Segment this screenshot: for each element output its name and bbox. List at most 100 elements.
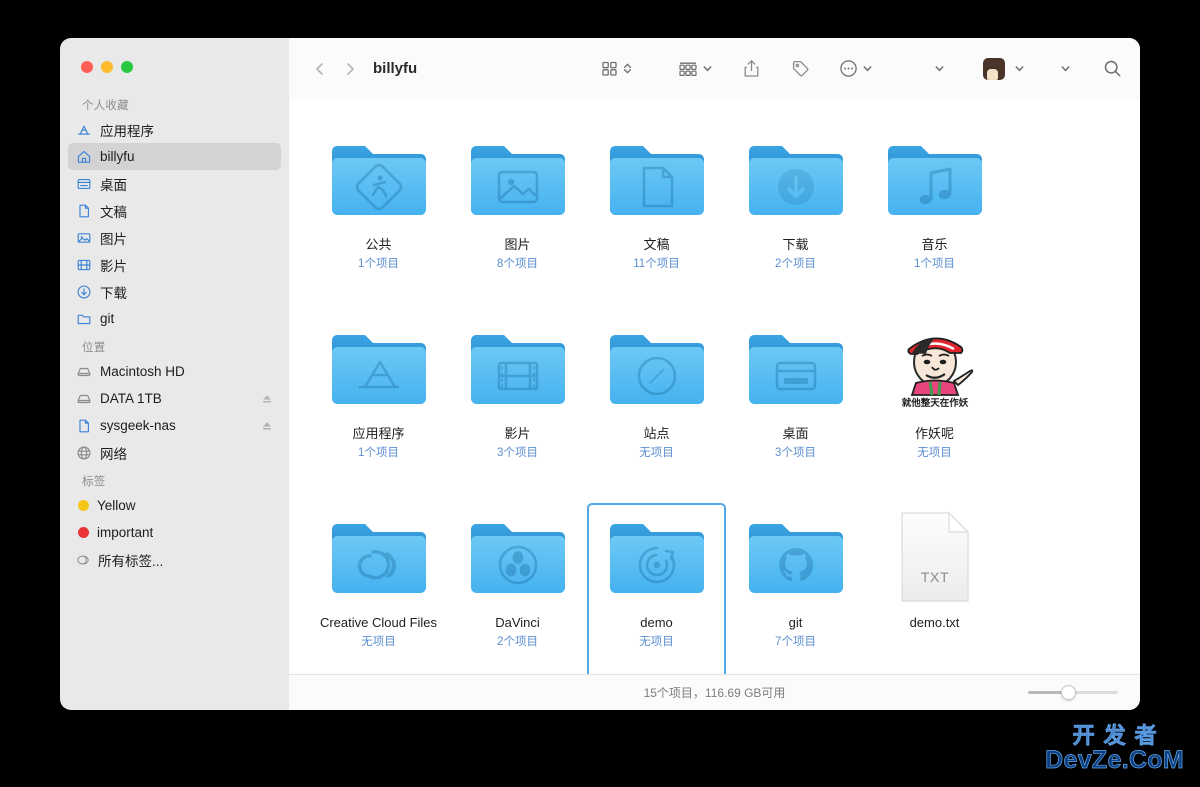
- globe-icon: [75, 444, 92, 461]
- folder-movies-icon: [466, 322, 570, 414]
- folder-music-icon: [883, 133, 987, 225]
- close-button[interactable]: [81, 61, 93, 73]
- toolbar: billyfu: [289, 38, 1140, 99]
- sidebar-item-label: 文稿: [100, 204, 127, 220]
- status-text: 15个项目，116.69 GB可用: [643, 686, 786, 700]
- folder-documents-icon: [605, 133, 709, 225]
- minimize-button[interactable]: [101, 61, 113, 73]
- chevron-down-icon[interactable]: [1013, 62, 1026, 75]
- sidebar-item-label: billyfu: [100, 149, 135, 164]
- file-item[interactable]: 公共 1个项目: [309, 125, 448, 314]
- back-button[interactable]: [305, 54, 335, 84]
- sidebar-item-billyfu[interactable]: billyfu: [68, 143, 281, 170]
- folder-creativecloud-icon: [327, 511, 431, 603]
- file-name: demo: [640, 615, 673, 630]
- appstore-icon: [75, 121, 92, 138]
- file-name: git: [788, 615, 803, 630]
- sidebar-item--[interactable]: 桌面: [68, 170, 281, 197]
- sidebar-group-title: 个人收藏: [82, 100, 129, 112]
- file-item[interactable]: 下载 2个项目: [726, 125, 865, 314]
- file-item-count: 11个项目: [633, 258, 680, 271]
- sidebar-item--[interactable]: 所有标签...: [68, 546, 281, 573]
- folder-desktop-icon: [744, 322, 848, 414]
- file-name: 作妖呢: [914, 426, 954, 441]
- sidebar-item--[interactable]: 下载: [68, 278, 281, 305]
- file-item-count: 7个项目: [775, 636, 816, 649]
- file-item-count: 1个项目: [358, 447, 399, 460]
- share-icon[interactable]: [743, 54, 760, 84]
- desktop-icon: [75, 175, 92, 192]
- sidebar-item--[interactable]: 应用程序: [68, 116, 281, 143]
- sidebar-item-label: 桌面: [100, 177, 127, 193]
- watermark: 开发者 DevZe.CoM: [1045, 723, 1184, 773]
- eject-icon[interactable]: [261, 420, 273, 432]
- svg-text:TXT: TXT: [920, 569, 948, 585]
- folder-github-icon: [744, 511, 848, 603]
- harddisk-icon: [75, 390, 92, 407]
- sidebar-item-label: 下载: [100, 285, 127, 301]
- sidebar-item-label: 影片: [100, 258, 127, 274]
- icon-size-slider[interactable]: [1028, 685, 1118, 701]
- slider-track-empty: [1073, 691, 1118, 694]
- file-item[interactable]: 图片 8个项目: [448, 125, 587, 314]
- file-name: 文稿: [643, 237, 670, 252]
- chevron-down-icon[interactable]: [701, 62, 714, 75]
- slider-thumb[interactable]: [1061, 685, 1076, 700]
- file-name: 下载: [782, 237, 809, 252]
- sidebar-item-sysgeek-nas[interactable]: sysgeek-nas: [68, 412, 281, 439]
- sidebar-item--[interactable]: 文稿: [68, 197, 281, 224]
- sidebar-item--[interactable]: 影片: [68, 251, 281, 278]
- main-pane: billyfu 公共 1个项目 图片 8个项目 文稿 11个项目 下载 2个项目…: [289, 38, 1140, 710]
- sidebar-item-git[interactable]: git: [68, 305, 281, 332]
- forward-button[interactable]: [335, 54, 365, 84]
- file-item[interactable]: 音乐 1个项目: [865, 125, 1004, 314]
- grid-view-icon[interactable]: [601, 54, 618, 84]
- sidebar-item-data-1tb[interactable]: DATA 1TB: [68, 385, 281, 412]
- group-by-icon[interactable]: [678, 54, 698, 84]
- updown-chevron-icon[interactable]: [621, 62, 634, 75]
- sidebar: 个人收藏 应用程序 billyfu 桌面 文稿 图片 影片 下载 git 位置 Mac…: [60, 38, 289, 710]
- movies-icon: [75, 256, 92, 273]
- chevron-down-icon[interactable]: [861, 62, 874, 75]
- sidebar-item--[interactable]: 图片: [68, 224, 281, 251]
- file-item[interactable]: DaVinci 2个项目: [448, 503, 587, 674]
- sidebar-item--[interactable]: 网络: [68, 439, 281, 466]
- file-item[interactable]: demo 无项目: [587, 503, 726, 674]
- file-item[interactable]: TXT demo.txt: [865, 503, 1004, 674]
- file-item-count: 2个项目: [497, 636, 538, 649]
- file-item-count: 3个项目: [497, 447, 538, 460]
- sidebar-item-yellow[interactable]: Yellow: [68, 492, 281, 519]
- file-icon-grid: 公共 1个项目 图片 8个项目 文稿 11个项目 下载 2个项目 音乐 1个项目…: [289, 99, 1140, 674]
- search-icon[interactable]: [1103, 54, 1122, 84]
- sidebar-item-important[interactable]: important: [68, 519, 281, 546]
- file-item[interactable]: 影片 3个项目: [448, 314, 587, 503]
- file-item[interactable]: 应用程序 1个项目: [309, 314, 448, 503]
- file-item[interactable]: 桌面 3个项目: [726, 314, 865, 503]
- file-item[interactable]: 文稿 11个项目: [587, 125, 726, 314]
- ellipsis-circle-icon[interactable]: [839, 54, 858, 84]
- file-item[interactable]: Creative Cloud Files 无项目: [309, 503, 448, 674]
- eject-icon[interactable]: [261, 393, 273, 405]
- file-name: 影片: [504, 426, 531, 441]
- maximize-button[interactable]: [121, 61, 133, 73]
- file-item[interactable]: 站点 无项目: [587, 314, 726, 503]
- file-name: DaVinci: [495, 615, 540, 630]
- custom-meme-icon: 就他整天在作妖: [883, 322, 987, 414]
- tag-icon[interactable]: [791, 54, 810, 84]
- tag-color-dot: [78, 500, 89, 511]
- file-item-count: 3个项目: [775, 447, 816, 460]
- file-name: 应用程序: [352, 426, 405, 441]
- file-item[interactable]: git 7个项目: [726, 503, 865, 674]
- folder-apps-icon: [327, 322, 431, 414]
- chevron-down-icon[interactable]: [1059, 62, 1072, 75]
- file-item[interactable]: 就他整天在作妖 作妖呢无项目: [865, 314, 1004, 503]
- file-name: 公共: [365, 237, 392, 252]
- document-icon: [75, 417, 92, 434]
- chevron-down-icon[interactable]: [933, 62, 946, 75]
- sidebar-item-label: 图片: [100, 231, 127, 247]
- user-avatar[interactable]: [983, 57, 1005, 80]
- sidebar-item-macintosh-hd[interactable]: Macintosh HD: [68, 358, 281, 385]
- file-item-count: 1个项目: [358, 258, 399, 271]
- file-item-count: 无项目: [917, 447, 952, 460]
- folder-icon: [75, 310, 92, 327]
